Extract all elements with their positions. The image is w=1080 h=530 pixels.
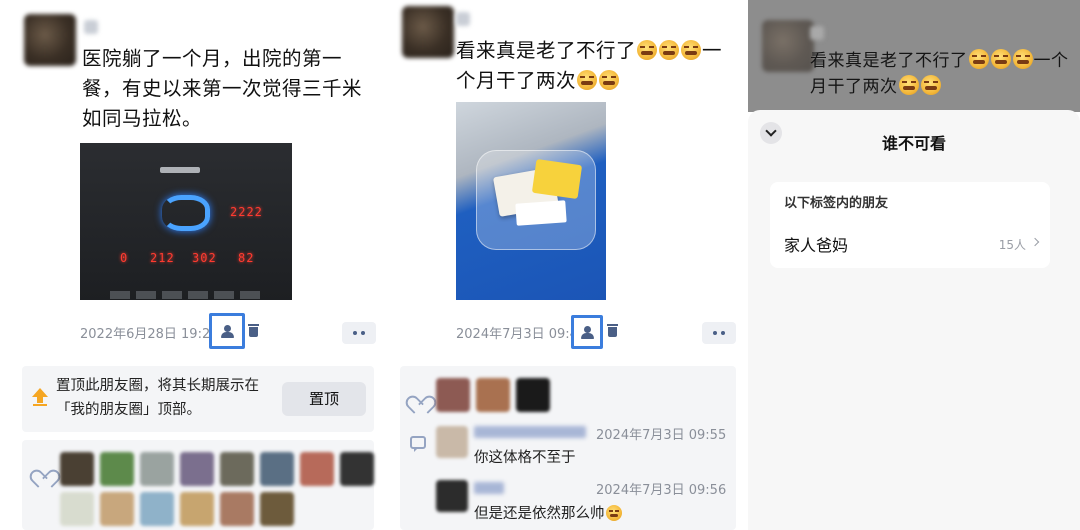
post-photo-treadmill[interactable]: 2222 0 212 302 82 [80,143,292,300]
commenter-name[interactable] [474,426,586,438]
led-value: 212 [150,251,175,265]
sheet-title: 谁不可看 [881,134,946,153]
who-cannot-see-sheet: 谁不可看 以下标签内的朋友 家人爸妈 15人 [748,110,1080,530]
liker-avatar[interactable] [180,492,214,526]
heart-icon [410,388,428,404]
medicine-box [531,158,583,200]
medicine-box [515,200,567,226]
more-icon[interactable] [702,322,736,344]
treadmill-logo [160,167,200,173]
led-top: 2222 [230,205,263,219]
smile-emoji [968,49,989,69]
tag-group-card: 以下标签内的朋友 家人爸妈 15人 [770,182,1050,268]
trash-icon[interactable] [248,324,259,337]
pin-icon [32,388,48,406]
led-value: 82 [238,251,255,265]
liker-avatar[interactable] [220,492,254,526]
more-icon[interactable] [342,322,376,344]
pin-button[interactable]: 置顶 [282,382,366,416]
smile-emoji [577,70,598,90]
liker-avatar[interactable] [140,492,174,526]
interactions-card: 2024年7月3日 09:55 你这体格不至于 2024年7月3日 09:56 … [400,366,736,530]
comment-text-content: 但是还是依然那么帅 [474,506,605,522]
liker-avatar[interactable] [476,378,510,412]
privacy-highlight[interactable] [571,315,603,349]
smile-emoji [990,49,1011,69]
liker-avatar[interactable] [436,378,470,412]
moment-panel-1: 医院躺了一个月，出院的第一餐，有史以来第一次觉得三千米如同马拉松。 2222 0… [0,0,390,530]
post-text: 医院躺了一个月，出院的第一餐，有史以来第一次觉得三千米如同马拉松。 [82,47,363,130]
liker-avatar[interactable] [220,452,254,486]
liker-avatar[interactable] [340,452,374,486]
commenter-name[interactable] [474,482,504,494]
comment-time: 2024年7月3日 09:56 [596,483,727,498]
person-icon [581,326,594,339]
treadmill-hint-text [110,291,260,299]
tag-item-count: 15人 [998,238,1026,252]
post-text: 看来真是老了不行了 一个月干了两次 [456,36,736,96]
post-text-line: 看来真是老了不行了 [810,51,968,71]
avatar[interactable] [24,14,76,66]
person-icon [221,325,234,338]
liker-avatar[interactable] [260,452,294,486]
trash-icon[interactable] [607,324,618,337]
liker-avatar[interactable] [100,492,134,526]
smile-emoji [920,75,941,95]
tag-group-header: 以下标签内的朋友 [784,196,889,211]
led-value: 302 [192,251,217,265]
liker-avatar[interactable] [516,378,550,412]
timestamp: 2022年6月28日 19:2 [80,327,211,342]
user-name [810,26,824,40]
commenter-avatar[interactable] [436,480,468,512]
liker-avatar[interactable] [60,492,94,526]
likes-list [22,440,374,530]
liker-avatar[interactable] [300,452,334,486]
smile-emoji [898,75,919,95]
post-text: 看来真是老了不行了 一个月干了两次 [810,48,1074,100]
post-photo-medicine[interactable] [456,102,606,300]
avatar[interactable] [402,6,454,58]
tag-item-label[interactable]: 家人爸妈 [784,232,848,256]
avatar [762,20,814,72]
pin-description: 置顶此朋友圈，将其长期展示在「我的朋友圈」顶部。 [56,378,259,418]
liker-avatar[interactable] [180,452,214,486]
post-text-line: 看来真是老了不行了 [456,39,637,62]
liker-avatar[interactable] [260,492,294,526]
privacy-highlight[interactable] [209,313,245,349]
treadmill-ring [162,195,210,231]
smile-emoji [659,40,680,60]
smile-emoji [605,505,622,521]
comment-text: 但是还是依然那么帅 [474,502,623,523]
smile-emoji [681,40,702,60]
commenter-avatar[interactable] [436,426,468,458]
comment-icon [410,436,426,452]
comment-time: 2024年7月3日 09:55 [596,428,727,443]
moment-panel-2: 看来真是老了不行了 一个月干了两次 2024年7月3日 09:4 2024年7月3… [396,0,742,530]
comment-text: 你这体格不至于 [474,450,576,466]
liker-avatar[interactable] [100,452,134,486]
timestamp: 2024年7月3日 09:4 [456,327,578,342]
liker-avatar[interactable] [140,452,174,486]
user-name[interactable] [84,20,98,34]
dimmed-post-backdrop[interactable]: 看来真是老了不行了 一个月干了两次 [748,0,1080,112]
heart-icon [34,462,52,478]
smile-emoji [599,70,620,90]
smile-emoji [1012,49,1033,69]
led-value: 0 [120,251,129,265]
pin-card: 置顶此朋友圈，将其长期展示在「我的朋友圈」顶部。 置顶 [22,366,374,432]
user-name[interactable] [456,12,470,26]
liker-avatar[interactable] [60,452,94,486]
chevron-right-icon[interactable] [1030,237,1040,247]
privacy-panel: 看来真是老了不行了 一个月干了两次 谁不可看 以下标签内的朋友 家人爸妈 15人 [748,0,1080,530]
smile-emoji [637,40,658,60]
